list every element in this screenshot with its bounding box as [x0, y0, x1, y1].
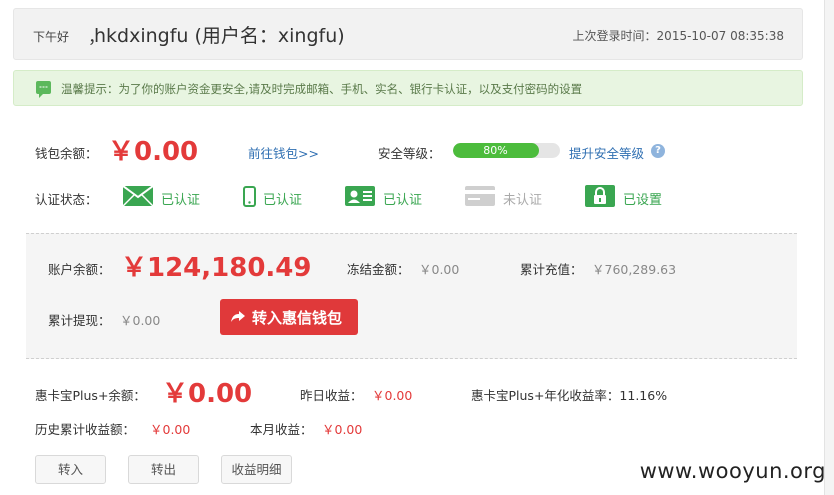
welcome-header: 下午好 ， hkdxingfu (用户名：xingfu) 上次登录时间：2015…: [13, 8, 803, 60]
history-earnings-label: 历史累计收益额：: [35, 422, 136, 437]
account-balance-label: 账户余额：: [48, 262, 111, 277]
withdraw-button[interactable]: 转出: [128, 455, 199, 484]
total-recharge-label: 累计充值：: [520, 262, 583, 277]
account-balance-amount: ￥124,180.49: [121, 253, 312, 283]
security-level-text: 80%: [483, 144, 508, 157]
id-cert-status: 已认证: [383, 193, 423, 208]
phone-cert-status: 已认证: [263, 193, 303, 208]
bank-card-icon: [465, 186, 495, 206]
plus-balance-amount: ￥0.00: [162, 379, 253, 409]
paypwd-cert-status: 已设置: [623, 193, 663, 208]
transfer-to-wallet-button[interactable]: 转入惠信钱包: [220, 299, 358, 335]
cert-status-label: 认证状态：: [35, 192, 98, 207]
deposit-button[interactable]: 转入: [35, 455, 106, 484]
earnings-detail-button[interactable]: 收益明细: [221, 455, 292, 484]
username-display: hkdxingfu (用户名：xingfu): [94, 25, 345, 47]
page-scrollbar[interactable]: [824, 0, 834, 495]
security-notice: 温馨提示：为了你的账户资金更安全,请及时完成邮箱、手机、实名、银行卡认证，以及支…: [13, 70, 803, 106]
upgrade-security-link[interactable]: 提升安全等级: [569, 143, 644, 162]
security-level-bar: 80%: [453, 143, 560, 158]
history-earnings-value: ￥0.00: [150, 422, 191, 437]
plus-balance-label: 惠卡宝Plus+余额：: [35, 388, 146, 403]
frozen-amount-value: ￥0.00: [419, 262, 460, 277]
month-earnings-label: 本月收益：: [250, 422, 313, 437]
email-icon: [123, 186, 153, 206]
security-level-label: 安全等级：: [378, 146, 441, 161]
total-withdraw-label: 累计提现：: [48, 313, 111, 328]
annual-yield-rate: 惠卡宝Plus+年化收益率：11.16%: [471, 388, 668, 403]
notice-text: 温馨提示：为了你的账户资金更安全,请及时完成邮箱、手机、实名、银行卡认证，以及支…: [61, 82, 583, 96]
greeting-text: 下午好: [33, 30, 70, 44]
email-cert-status: 已认证: [161, 193, 201, 208]
total-recharge-value: ￥760,289.63: [592, 262, 677, 277]
frozen-amount-label: 冻结金额：: [347, 262, 410, 277]
wallet-balance-label: 钱包余额：: [35, 146, 98, 161]
bank-cert-status: 未认证: [503, 193, 543, 208]
yesterday-earnings-value: ￥0.00: [372, 388, 413, 403]
wallet-balance-amount: ￥0.00: [108, 137, 199, 167]
help-icon[interactable]: ?: [651, 144, 665, 158]
chat-bubble-icon: [36, 81, 51, 98]
id-card-icon: [345, 186, 375, 206]
month-earnings-value: ￥0.00: [322, 422, 363, 437]
last-login-time: 上次登录时间：2015-10-07 08:35:38: [572, 29, 784, 43]
phone-icon: [243, 186, 256, 207]
watermark-text: www.wooyun.org: [639, 459, 826, 483]
total-withdraw-value: ￥0.00: [120, 313, 161, 328]
lock-icon: [585, 185, 615, 207]
share-arrow-icon: [231, 311, 245, 322]
go-to-wallet-link[interactable]: 前往钱包>>: [248, 143, 319, 162]
transfer-button-label: 转入惠信钱包: [252, 308, 343, 327]
yesterday-earnings-label: 昨日收益：: [300, 388, 363, 403]
